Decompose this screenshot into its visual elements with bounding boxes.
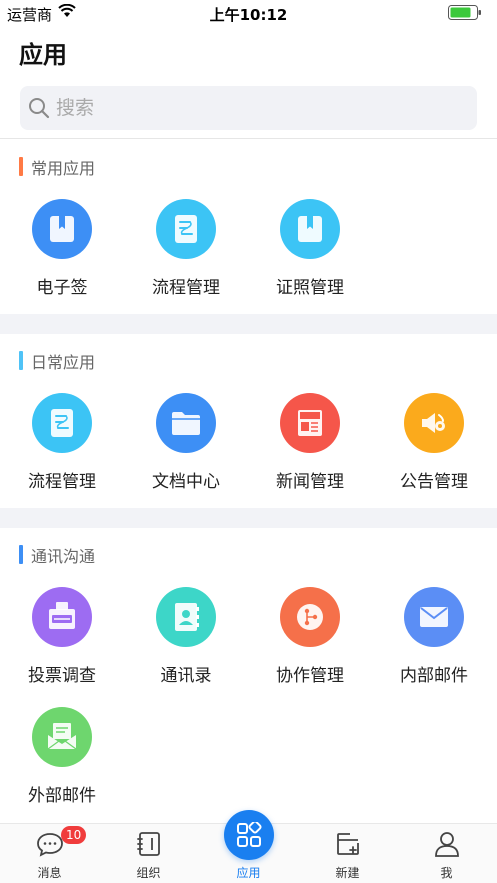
app-item-internal-mail[interactable]: 内部邮件 — [372, 587, 496, 707]
app-item-vote[interactable]: 投票调查 — [0, 587, 124, 707]
open-mail-icon — [32, 707, 92, 767]
section-title: 日常应用 — [31, 353, 96, 372]
bookmark-folder-icon — [280, 199, 340, 259]
page-title: 应用 — [19, 41, 67, 69]
section-title: 常用应用 — [31, 159, 96, 178]
app-label: 内部邮件 — [400, 666, 468, 686]
app-label: 流程管理 — [152, 278, 220, 298]
tab-label: 应用 — [236, 866, 261, 880]
folder-icon — [156, 393, 216, 453]
bookmark-folder-icon — [32, 199, 92, 259]
app-item-document-center[interactable]: 文档中心 — [124, 393, 248, 513]
workflow-document-icon — [32, 393, 92, 453]
tab-label: 我 — [440, 866, 453, 880]
tab-new[interactable]: 新建 — [298, 824, 397, 883]
section-gap — [0, 508, 497, 528]
section-title: 通讯沟通 — [31, 547, 96, 566]
collaboration-icon — [280, 587, 340, 647]
clock: 上午10:12 — [209, 6, 288, 24]
app-label: 新闻管理 — [276, 472, 344, 492]
divider — [0, 138, 497, 139]
apps-grid-icon — [237, 822, 262, 847]
app-label: 投票调查 — [28, 666, 96, 686]
tab-messages[interactable]: 10 消息 — [0, 824, 99, 883]
mail-icon — [404, 587, 464, 647]
unread-badge: 10 — [61, 826, 87, 844]
news-icon — [280, 393, 340, 453]
app-label: 协作管理 — [276, 666, 344, 686]
app-label: 流程管理 — [28, 472, 96, 492]
section-accent-bar — [19, 351, 23, 370]
app-item-workflow[interactable]: 流程管理 — [124, 199, 248, 319]
app-item-e-signature[interactable]: 电子签 — [0, 199, 124, 319]
app-label: 电子签 — [36, 278, 88, 298]
app-item-address-book[interactable]: 通讯录 — [124, 587, 248, 707]
app-label: 文档中心 — [152, 472, 220, 492]
section-accent-bar — [19, 545, 23, 564]
app-item-news[interactable]: 新闻管理 — [248, 393, 372, 513]
new-document-icon — [337, 833, 359, 855]
tab-label: 组织 — [136, 866, 161, 880]
search-input[interactable] — [56, 92, 456, 124]
vote-box-icon — [32, 587, 92, 647]
battery-icon — [448, 5, 481, 20]
status-bar: 运营商 上午10:12 — [0, 0, 497, 26]
chat-bubble-icon — [37, 833, 63, 857]
tab-label: 消息 — [37, 866, 62, 880]
app-item-collaboration[interactable]: 协作管理 — [248, 587, 372, 707]
person-icon — [435, 832, 459, 857]
search-bar[interactable] — [20, 86, 477, 130]
section-gap — [0, 314, 497, 334]
app-item-workflow[interactable]: 流程管理 — [0, 393, 124, 513]
address-book-icon — [156, 587, 216, 647]
app-item-external-mail[interactable]: 外部邮件 — [0, 707, 124, 827]
app-label: 证照管理 — [276, 278, 344, 298]
app-label: 公告管理 — [400, 472, 468, 492]
apps-fab-button[interactable] — [224, 810, 274, 860]
app-label: 外部邮件 — [28, 786, 96, 806]
app-item-announcement[interactable]: 公告管理 — [372, 393, 496, 513]
tab-organization[interactable]: 组织 — [99, 824, 198, 883]
tab-me[interactable]: 我 — [397, 824, 496, 883]
app-item-license[interactable]: 证照管理 — [248, 199, 372, 319]
section-accent-bar — [19, 157, 23, 176]
search-icon — [29, 98, 50, 119]
notebook-icon — [137, 832, 160, 856]
announcement-icon — [404, 393, 464, 453]
tab-label: 新建 — [335, 866, 360, 880]
workflow-document-icon — [156, 199, 216, 259]
app-label: 通讯录 — [160, 666, 212, 686]
